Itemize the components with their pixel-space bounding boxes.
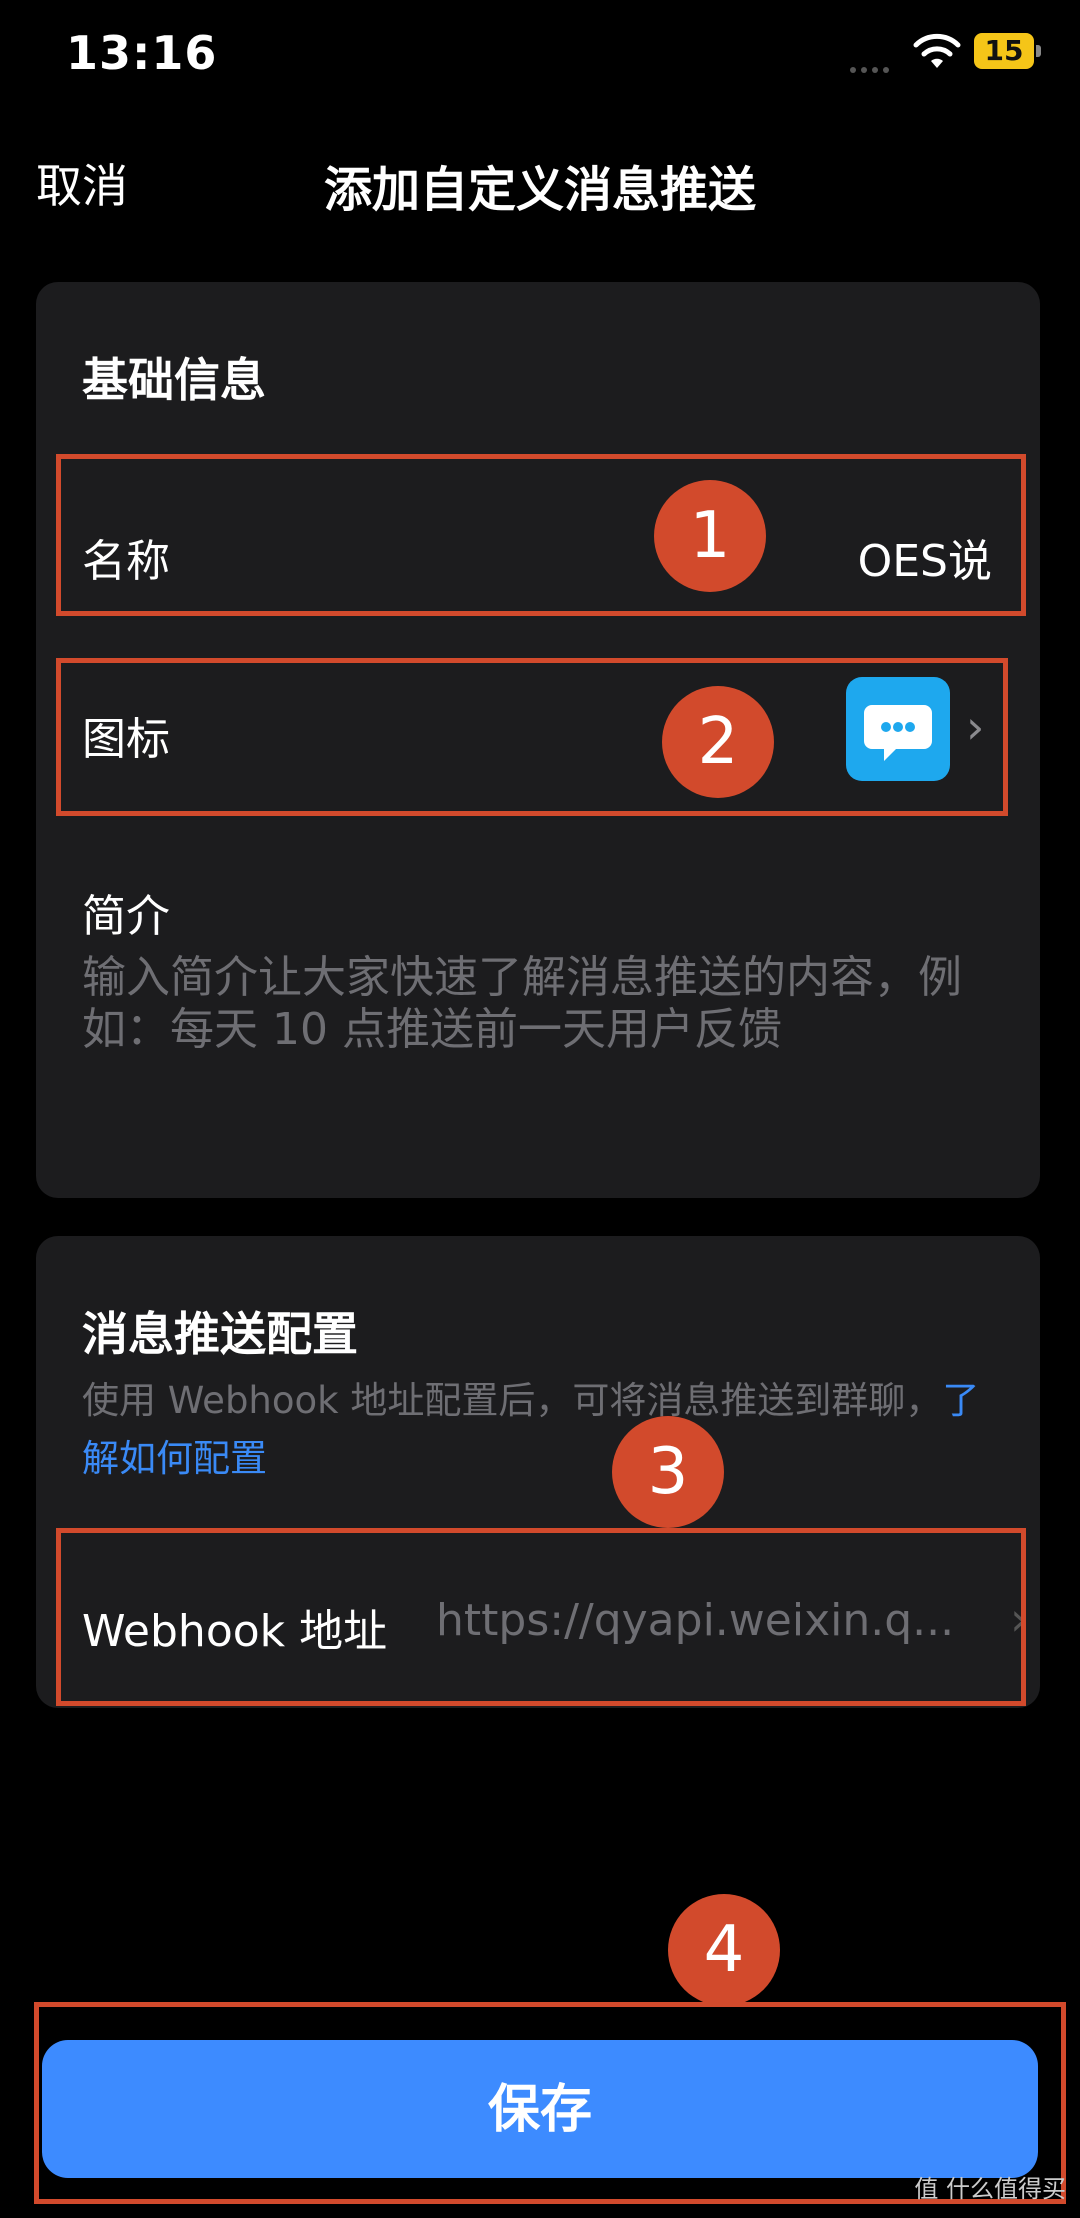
page-title: 添加自定义消息推送 — [323, 162, 756, 218]
watermark: 值 什么值得买 — [914, 2175, 1066, 2203]
basic-info-title: 基础信息 — [82, 353, 266, 407]
annotation-badge-2: 2 — [662, 686, 774, 798]
push-config-title: 消息推送配置 — [82, 1307, 358, 1361]
signal-icon — [850, 58, 900, 73]
annotation-badge-1: 1 — [654, 480, 766, 592]
push-config-description: 使用 Webhook 地址配置后，可将消息推送到群聊，了解如何配置 — [82, 1372, 982, 1488]
annotation-badge-4: 4 — [668, 1894, 780, 2006]
annotation-box-2 — [56, 658, 1008, 816]
battery-cap — [1036, 45, 1041, 57]
status-time: 13:16 — [66, 26, 218, 80]
annotation-badge-3: 3 — [612, 1416, 724, 1528]
intro-label: 简介 — [82, 891, 170, 942]
intro-input[interactable]: 输入简介让大家快速了解消息推送的内容，例如：每天 10 点推送前一天用户反馈 — [82, 952, 982, 1056]
push-config-description-text: 使用 Webhook 地址配置后，可将消息推送到群聊， — [82, 1379, 943, 1422]
battery-indicator: 15 — [974, 33, 1034, 69]
annotation-box-4 — [34, 2002, 1066, 2204]
annotation-box-1 — [56, 454, 1026, 616]
wifi-icon — [912, 32, 962, 72]
annotation-box-3 — [56, 1528, 1026, 1706]
